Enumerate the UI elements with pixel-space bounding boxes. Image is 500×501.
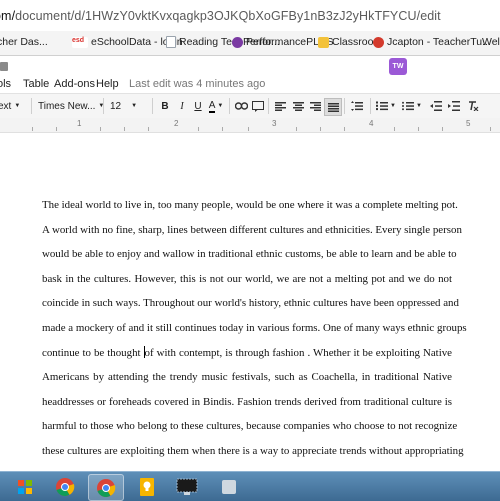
align-right-icon[interactable] bbox=[307, 98, 323, 114]
italic-button[interactable]: I bbox=[174, 98, 190, 114]
ruler-tick bbox=[418, 127, 419, 131]
chrome-docs-icon[interactable] bbox=[88, 474, 124, 501]
font-dropdown[interactable]: Times New... ▼ bbox=[38, 98, 104, 114]
ruler-tick bbox=[296, 127, 297, 131]
menu-tools[interactable]: ols bbox=[0, 78, 11, 90]
document-body[interactable]: The ideal world to live in, too many peo… bbox=[42, 193, 467, 488]
menu-table[interactable]: Table bbox=[23, 78, 49, 90]
bookmark-welcome[interactable]: Welc bbox=[482, 36, 500, 48]
underline-button[interactable]: U bbox=[190, 98, 206, 114]
bookmarks-bar: cher Das... esd eSchoolData - login Read… bbox=[0, 31, 500, 56]
ruler-tick bbox=[124, 127, 125, 131]
text-line: made a mockery of and it still continues… bbox=[42, 321, 467, 334]
chevron-down-icon: ▼ bbox=[390, 103, 396, 109]
text-color-button[interactable]: A ▼ bbox=[205, 98, 227, 114]
bookmark-label: Jcapton - TeacherTu... bbox=[387, 36, 491, 48]
formatting-toolbar: ext ▼ Times New... ▼ 12 ▼ B I U A ▼ ▼ ▼ bbox=[0, 93, 500, 119]
ruler-tick bbox=[248, 127, 249, 131]
ruler-tick bbox=[198, 127, 199, 131]
bookmark-teacher-dashboard[interactable]: cher Das... bbox=[0, 36, 48, 48]
ruler-tick bbox=[148, 127, 149, 131]
divider bbox=[152, 98, 153, 114]
ruler-tick bbox=[32, 127, 33, 131]
ruler[interactable]: 1 2 3 4 5 bbox=[0, 118, 500, 133]
last-edit-status[interactable]: Last edit was 4 minutes ago bbox=[129, 78, 265, 90]
ruler-number: 4 bbox=[369, 119, 374, 128]
align-center-icon[interactable] bbox=[290, 98, 306, 114]
divider bbox=[103, 98, 104, 114]
text-line: bask in the cultures. However, this is n… bbox=[42, 272, 452, 285]
ruler-number: 1 bbox=[77, 119, 82, 128]
text-line: A world with no fine, sharp, lines betwe… bbox=[42, 223, 462, 236]
numbered-list-icon[interactable]: ▼ bbox=[374, 98, 398, 114]
divider bbox=[31, 98, 32, 114]
chevron-down-icon: ▼ bbox=[217, 103, 224, 109]
ruler-number: 5 bbox=[466, 119, 471, 128]
divider bbox=[370, 98, 371, 114]
bookmark-jcapton[interactable]: Jcapton - TeacherTu... bbox=[373, 36, 491, 48]
text-line: these cultures are exploiting them when … bbox=[42, 444, 464, 457]
clear-formatting-icon[interactable] bbox=[465, 98, 481, 114]
address-bar[interactable]: om/document/d/1HWzY0vktKvxqagkp3OJKQbXoG… bbox=[0, 0, 500, 32]
link-icon[interactable] bbox=[233, 98, 249, 114]
ruler-number: 2 bbox=[174, 119, 179, 128]
ruler-tick bbox=[56, 127, 57, 131]
windows-start-icon[interactable] bbox=[8, 474, 42, 499]
text-segment: continue to be thought bbox=[42, 346, 144, 359]
menu-addons[interactable]: Add-ons bbox=[54, 78, 95, 90]
divider bbox=[344, 98, 345, 114]
style-dropdown[interactable]: ext ▼ bbox=[0, 98, 24, 114]
line-spacing-icon[interactable] bbox=[348, 98, 366, 114]
chevron-down-icon: ▼ bbox=[14, 103, 21, 109]
bold-button[interactable]: B bbox=[157, 98, 173, 114]
document-page[interactable]: The ideal world to live in, too many peo… bbox=[0, 133, 500, 482]
page-icon bbox=[166, 36, 176, 48]
url-path: document/d/1HWzY0vktKvxqagkp3OJKQbXoGFBy… bbox=[15, 9, 441, 23]
divider bbox=[229, 98, 230, 114]
decrease-indent-icon[interactable] bbox=[428, 98, 444, 114]
ruler-tick bbox=[442, 127, 443, 131]
url-domain: om/ bbox=[0, 9, 16, 23]
ruler-tick bbox=[222, 127, 223, 131]
keep-icon[interactable] bbox=[130, 474, 164, 499]
align-left-icon[interactable] bbox=[272, 98, 288, 114]
ruler-tick bbox=[344, 127, 345, 131]
text-line: The ideal world to live in, too many peo… bbox=[42, 199, 458, 211]
increase-indent-icon[interactable] bbox=[446, 98, 462, 114]
classroom-icon bbox=[318, 36, 329, 48]
extension-badge[interactable]: TW bbox=[389, 58, 407, 75]
chrome-icon[interactable] bbox=[48, 474, 82, 499]
ruler-tick bbox=[100, 127, 101, 131]
ruler-tick bbox=[394, 127, 395, 131]
chevron-down-icon: ▼ bbox=[131, 103, 138, 109]
chevron-down-icon: ▼ bbox=[416, 103, 422, 109]
red-circle-icon bbox=[373, 36, 384, 48]
text-line: harmful to those who belong to these cul… bbox=[42, 420, 458, 433]
text-line: coincide in such ways. Throughout our wo… bbox=[42, 297, 459, 310]
text-line: headdresses or foreheads covered in Bind… bbox=[42, 395, 452, 408]
monitor-icon[interactable] bbox=[170, 474, 204, 499]
bookmark-label: cher Das... bbox=[0, 36, 48, 48]
text-line: Americans by attending the trendy music … bbox=[42, 371, 452, 384]
bulleted-list-icon[interactable]: ▼ bbox=[400, 98, 424, 114]
ruler-tick bbox=[490, 127, 491, 131]
folder-icon[interactable] bbox=[0, 62, 8, 71]
divider bbox=[268, 98, 269, 114]
text-line-with-cursor: continue to be thought of with contempt,… bbox=[42, 341, 452, 366]
chrome-icon bbox=[232, 36, 243, 48]
ruler-number: 3 bbox=[272, 119, 277, 128]
bookmark-label: Welc bbox=[482, 36, 500, 48]
url-text[interactable]: om/document/d/1HWzY0vktKvxqagkp3OJKQbXoG… bbox=[0, 9, 441, 23]
comment-icon[interactable] bbox=[250, 98, 266, 114]
text-line: would be able to enjoy and wallow in tra… bbox=[42, 248, 457, 261]
font-size-dropdown[interactable]: 12 ▼ bbox=[110, 98, 146, 114]
align-justify-icon[interactable] bbox=[324, 98, 342, 116]
menu-help[interactable]: Help bbox=[96, 78, 119, 90]
ruler-tick bbox=[320, 127, 321, 131]
app-icon[interactable] bbox=[212, 474, 246, 499]
windows-taskbar bbox=[0, 471, 500, 501]
text-segment: of with contempt, is through fashion . W… bbox=[144, 346, 453, 359]
esd-icon: esd bbox=[72, 36, 88, 48]
